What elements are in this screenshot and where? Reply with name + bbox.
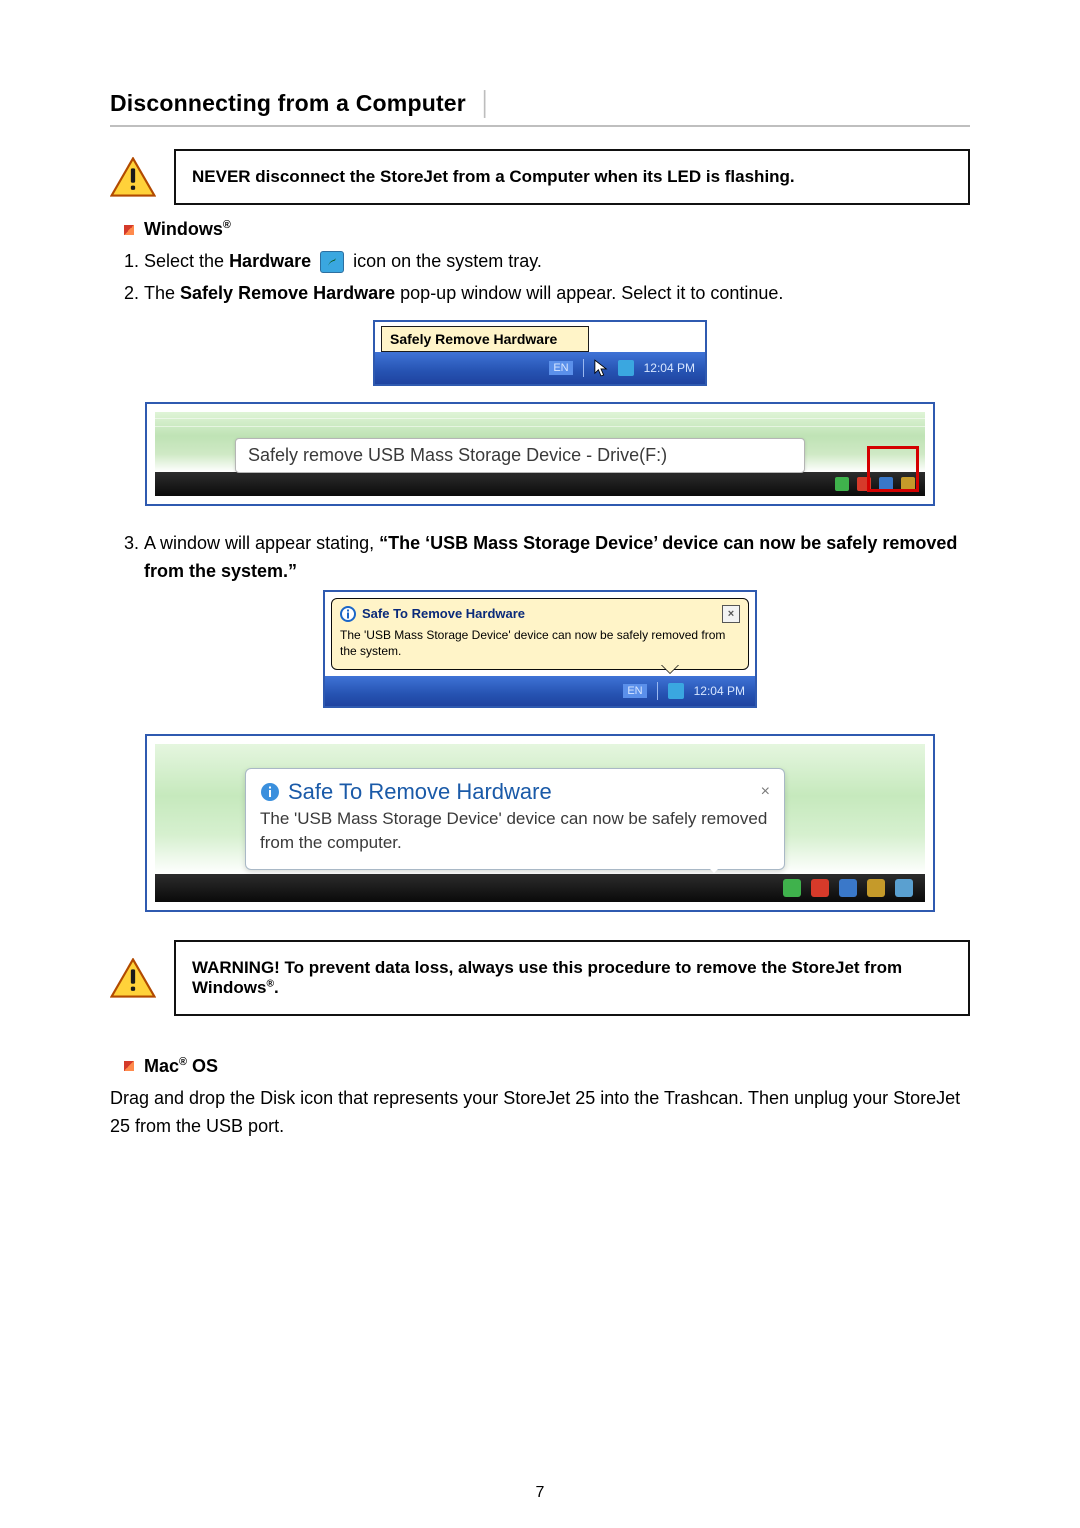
step-3-text-c: .” xyxy=(283,561,297,581)
step-1-bold: Hardware xyxy=(229,251,311,271)
registered-mark: ® xyxy=(223,219,231,231)
vista-taskbar xyxy=(155,472,925,496)
warning-icon xyxy=(110,958,156,998)
tray-icon xyxy=(895,879,913,897)
bullet-icon xyxy=(124,1061,134,1071)
page-number: 7 xyxy=(0,1484,1080,1502)
step-1-text-c: icon on the system tray. xyxy=(353,251,542,271)
step-2-bold: Safely Remove Hardware xyxy=(180,283,395,303)
steps-list: Select the Hardware icon on the system t… xyxy=(116,248,970,308)
bullet-icon xyxy=(124,225,134,235)
subhead-windows: Windows® xyxy=(124,219,970,240)
language-indicator: EN xyxy=(549,361,572,375)
xp-balloon-title: Safe To Remove Hardware xyxy=(362,606,525,621)
callout-box: NEVER disconnect the StoreJet from a Com… xyxy=(174,149,970,205)
step-3: A window will appear stating, “The ‘USB … xyxy=(144,530,970,586)
subhead-mac-text: Mac xyxy=(144,1056,179,1076)
mac-paragraph: Drag and drop the Disk icon that represe… xyxy=(110,1085,970,1141)
subhead-mac: Mac® OS xyxy=(124,1056,970,1077)
callout-text: NEVER disconnect the StoreJet from a Com… xyxy=(192,167,795,186)
callout-warning: WARNING! To prevent data loss, always us… xyxy=(110,940,970,1016)
taskbar-separator xyxy=(657,682,658,700)
xp-tooltip: Safely Remove Hardware xyxy=(381,326,589,352)
registered-mark: ® xyxy=(266,978,274,989)
close-icon[interactable]: × xyxy=(722,605,740,623)
vista-balloon-body: The 'USB Mass Storage Device' device can… xyxy=(260,807,770,855)
xp-taskbar: EN 12:04 PM xyxy=(325,676,755,706)
info-icon xyxy=(340,606,356,622)
section-divider xyxy=(110,125,970,127)
page: Disconnecting from a Computer │ NEVER di… xyxy=(0,0,1080,1528)
callout-box: WARNING! To prevent data loss, always us… xyxy=(174,940,970,1016)
vista-taskbar xyxy=(155,874,925,902)
hardware-tray-icon xyxy=(320,251,344,273)
step-2-text-c: pop-up window will appear. Select it to … xyxy=(400,283,783,303)
tray-icon xyxy=(835,477,849,491)
subhead-mac-os: OS xyxy=(187,1056,218,1076)
taskbar-clock: 12:04 PM xyxy=(644,361,695,375)
xp-tooltip-text: Safely Remove Hardware xyxy=(390,331,557,347)
usb-tray-icon xyxy=(668,683,684,699)
tray-icon xyxy=(811,879,829,897)
vista-balloon-title: Safe To Remove Hardware xyxy=(288,779,552,805)
section-title-text: Disconnecting from a Computer xyxy=(110,90,466,116)
screenshot-xp-tooltip: Safely Remove Hardware EN 12:04 PM xyxy=(375,322,705,384)
step-2: The Safely Remove Hardware pop-up window… xyxy=(144,280,970,308)
warning-text-a: WARNING! To prevent data loss, always us… xyxy=(192,958,902,997)
tray-icon xyxy=(783,879,801,897)
section-title: Disconnecting from a Computer │ xyxy=(110,90,970,117)
step-1-text-a: Select the xyxy=(144,251,229,271)
screenshot-vista-row: Safely remove USB Mass Storage Device - … xyxy=(145,402,935,506)
vista-balloon: Safe To Remove Hardware × The 'USB Mass … xyxy=(245,768,785,870)
tray-icon xyxy=(867,879,885,897)
screenshot-vista-balloon: Safe To Remove Hardware × The 'USB Mass … xyxy=(145,734,935,912)
xp-taskbar: EN 12:04 PM xyxy=(375,352,705,384)
xp-balloon-body: The 'USB Mass Storage Device' device can… xyxy=(340,627,740,659)
popup-text: Safely remove USB Mass Storage Device - … xyxy=(248,445,667,465)
taskbar-separator xyxy=(583,359,584,377)
warning-icon xyxy=(110,157,156,197)
taskbar-clock: 12:04 PM xyxy=(694,684,745,698)
step-1: Select the Hardware icon on the system t… xyxy=(144,248,970,276)
close-icon[interactable]: × xyxy=(761,783,770,801)
highlight-box xyxy=(867,446,919,492)
steps-list-continued: A window will appear stating, “The ‘USB … xyxy=(116,530,970,586)
info-icon xyxy=(260,782,280,802)
warning-text-b: . xyxy=(274,978,279,997)
step-3-text-a: A window will appear stating, xyxy=(144,533,379,553)
subhead-windows-text: Windows xyxy=(144,219,223,239)
registered-mark: ® xyxy=(179,1056,187,1068)
section-title-pipe: │ xyxy=(479,90,494,116)
step-2-text-a: The xyxy=(144,283,180,303)
language-indicator: EN xyxy=(623,684,646,698)
callout-never-disconnect: NEVER disconnect the StoreJet from a Com… xyxy=(110,149,970,205)
usb-tray-icon xyxy=(618,360,634,376)
tray-icon xyxy=(839,879,857,897)
safely-remove-popup[interactable]: Safely remove USB Mass Storage Device - … xyxy=(235,438,805,473)
screenshot-xp-balloon: Safe To Remove Hardware × The 'USB Mass … xyxy=(323,590,757,708)
xp-balloon: Safe To Remove Hardware × The 'USB Mass … xyxy=(331,598,749,670)
vista-background: Safely remove USB Mass Storage Device - … xyxy=(155,412,925,472)
cursor-icon xyxy=(594,359,608,377)
vista-background: Safe To Remove Hardware × The 'USB Mass … xyxy=(155,744,925,874)
